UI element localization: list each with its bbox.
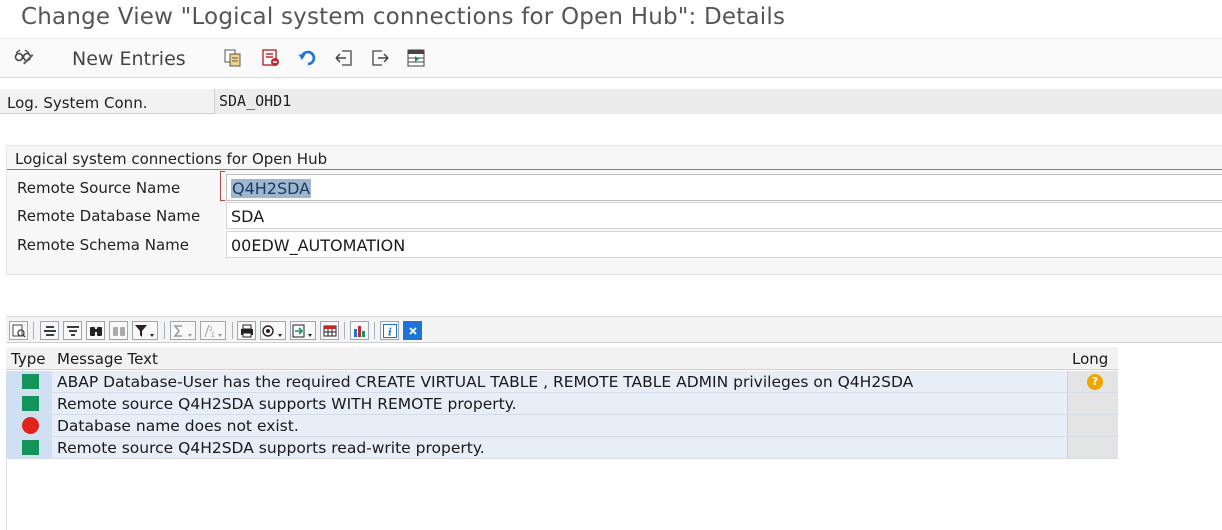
type-cell (6, 371, 52, 392)
message-text: Remote source Q4H2SDA supports read-writ… (57, 439, 485, 457)
remote-schema-name-row: Remote Schema Name 00EDW_AUTOMATION (12, 231, 1222, 258)
sort-ascending-icon[interactable] (40, 321, 59, 340)
message-text: ABAP Database-User has the required CREA… (57, 373, 914, 391)
information-icon[interactable]: i (380, 321, 399, 340)
total-icon[interactable] (170, 321, 196, 340)
message-table-header: Type Message Text Long (6, 347, 1118, 370)
long-text-cell (1067, 437, 1118, 458)
previous-entry-icon[interactable] (333, 47, 355, 69)
column-header-long[interactable]: Long (1072, 350, 1108, 368)
page-title: Change View "Logical system connections … (21, 4, 786, 30)
toolbar-separator (344, 322, 345, 339)
table-row[interactable]: Database name does not exist. (6, 415, 1118, 437)
select-all-icon[interactable] (405, 47, 427, 69)
success-status-icon (22, 440, 39, 455)
graphic-icon[interactable] (350, 321, 369, 340)
log-system-conn-row: Log. System Conn. SDA_OHD1 (0, 89, 1222, 114)
table-row[interactable]: Remote source Q4H2SDA supports WITH REMO… (6, 393, 1118, 415)
undo-icon[interactable] (297, 47, 319, 69)
table-row[interactable]: Remote source Q4H2SDA supports read-writ… (6, 437, 1118, 459)
details-icon[interactable] (9, 321, 28, 340)
success-status-icon (22, 396, 39, 411)
toolbar-separator (164, 322, 165, 339)
svg-text:i: i (388, 327, 392, 338)
column-header-type[interactable]: Type (11, 350, 45, 368)
application-toolbar: New Entries (0, 38, 1222, 78)
long-text-cell (1067, 393, 1118, 414)
success-status-icon (22, 374, 39, 389)
remote-source-name-label: Remote Source Name (17, 179, 181, 197)
svg-text:Σ: Σ (211, 332, 215, 338)
remote-schema-name-label: Remote Schema Name (17, 236, 189, 254)
table-row[interactable]: ABAP Database-User has the required CREA… (6, 371, 1118, 393)
next-entry-icon[interactable] (369, 47, 391, 69)
group-title: Logical system connections for Open Hub (15, 150, 328, 168)
long-text-cell: ? (1067, 371, 1118, 392)
find-icon[interactable] (86, 321, 105, 340)
subtotal-icon[interactable]: 2Σ (200, 321, 226, 340)
log-system-conn-label: Log. System Conn. (7, 94, 148, 112)
remote-schema-name-field[interactable]: 00EDW_AUTOMATION (226, 231, 1222, 258)
remote-database-name-label: Remote Database Name (17, 207, 201, 225)
glasses-display-change-icon[interactable] (13, 47, 35, 69)
long-text-cell (1067, 415, 1118, 436)
table-empty-area (6, 460, 1222, 530)
open-hub-connection-group: Logical system connections for Open Hub … (6, 145, 1222, 275)
remote-database-name-row: Remote Database Name SDA (12, 202, 1222, 229)
delete-icon[interactable] (260, 47, 282, 69)
export-icon[interactable] (290, 321, 316, 340)
type-cell (6, 393, 52, 414)
remote-source-name-row: Remote Source Name Q4H2SDA (12, 174, 1222, 201)
toolbar-separator (374, 322, 375, 339)
title-bar: Change View "Logical system connections … (0, 0, 1222, 38)
toolbar-separator (232, 322, 233, 339)
toolbar-separator (33, 322, 34, 339)
remote-database-name-field[interactable]: SDA (226, 202, 1222, 229)
message-text: Remote source Q4H2SDA supports WITH REMO… (57, 395, 517, 413)
copy-as-icon[interactable] (222, 47, 244, 69)
message-list-toolbar: 2Σ i (6, 316, 1222, 343)
remote-source-name-value: Q4H2SDA (231, 179, 312, 198)
change-layout-icon[interactable] (320, 321, 339, 340)
close-icon[interactable] (403, 321, 422, 340)
find-next-icon[interactable] (109, 321, 128, 340)
error-status-icon (22, 417, 39, 434)
column-header-message-text[interactable]: Message Text (57, 350, 158, 368)
field-focus-marker (220, 171, 225, 201)
log-system-conn-value: SDA_OHD1 (214, 89, 1222, 114)
remote-source-name-field[interactable]: Q4H2SDA (226, 174, 1222, 201)
sort-descending-icon[interactable] (63, 321, 82, 340)
new-entries-button[interactable]: New Entries (72, 48, 186, 70)
filter-icon[interactable] (132, 321, 158, 340)
group-title-underline (7, 169, 1222, 170)
print-icon[interactable] (237, 321, 256, 340)
views-icon[interactable] (260, 321, 286, 340)
help-icon[interactable]: ? (1087, 374, 1103, 390)
message-text: Database name does not exist. (57, 417, 299, 435)
type-cell (6, 415, 52, 436)
type-cell (6, 437, 52, 458)
